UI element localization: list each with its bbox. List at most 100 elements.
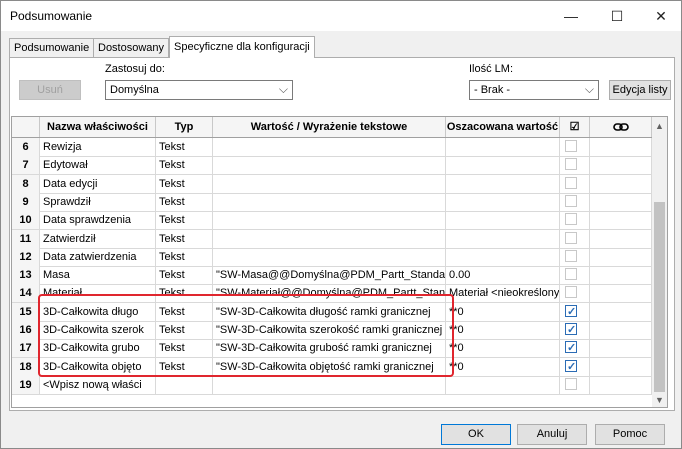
cell-type[interactable]: Tekst <box>156 174 213 193</box>
cell-value[interactable] <box>213 211 446 230</box>
tab-custom[interactable]: Dostosowany <box>93 38 170 57</box>
cell-property-name[interactable]: <Wpisz nową właści <box>40 375 156 394</box>
header-evaluated-value[interactable]: Oszacowana wartość <box>446 117 560 137</box>
table-row[interactable]: 12 Data zatwierdzenia Tekst <box>12 247 652 267</box>
cell-evaluated-value[interactable] <box>446 211 560 230</box>
cell-type[interactable]: Tekst <box>156 156 213 175</box>
cell-type[interactable]: Tekst <box>156 284 213 303</box>
link-icon[interactable] <box>590 117 652 137</box>
cell-type[interactable]: Tekst <box>156 229 213 248</box>
cell-property-name[interactable]: Masa <box>40 266 156 285</box>
cell-value[interactable]: "SW-Materiał@@Domyślna@PDM_Partt_Stan <box>213 284 446 303</box>
table-row[interactable]: 7 Edytował Tekst <box>12 156 652 176</box>
cell-type[interactable]: Tekst <box>156 247 213 266</box>
row-checkbox[interactable] <box>565 339 577 357</box>
cell-type[interactable]: Tekst <box>156 321 213 339</box>
table-row[interactable]: 8 Data edycji Tekst <box>12 174 652 194</box>
cell-evaluated-value[interactable]: Materiał <nieokreślony <box>446 284 560 303</box>
cell-property-name[interactable]: Rewizja <box>40 138 156 156</box>
edit-list-button[interactable]: Edycja listy <box>609 80 671 100</box>
minimize-icon[interactable]: — <box>549 1 593 31</box>
cell-value[interactable] <box>213 229 446 248</box>
cell-type[interactable] <box>156 375 213 394</box>
table-row[interactable]: 11 Zatwierdził Tekst <box>12 229 652 249</box>
row-checkbox[interactable] <box>565 176 577 189</box>
vertical-scrollbar[interactable]: ▲ ▼ <box>652 117 667 407</box>
apply-to-dropdown[interactable]: Domyślna ⌵ <box>105 80 293 100</box>
cell-type[interactable]: Tekst <box>156 211 213 230</box>
cell-value[interactable]: "SW-3D-Całkowita objętość ramki graniczn… <box>213 357 446 376</box>
header-value[interactable]: Wartość / Wyrażenie tekstowe <box>213 117 446 137</box>
cell-value[interactable] <box>213 375 446 394</box>
scrollbar-thumb[interactable] <box>654 202 665 392</box>
cell-type[interactable]: Tekst <box>156 339 213 358</box>
header-property-name[interactable]: Nazwa właściwości <box>40 117 156 137</box>
cell-value[interactable]: "SW-3D-Całkowita grubość ramki graniczne… <box>213 339 446 358</box>
table-row[interactable]: 16 3D-Całkowita szerok Tekst "SW-3D-Całkowi… <box>12 321 652 340</box>
cell-property-name[interactable]: Data zatwierdzenia <box>40 247 156 266</box>
cell-type[interactable]: Tekst <box>156 302 213 321</box>
table-row[interactable]: 17 3D-Całkowita grubo Tekst "SW-3D-Całkowit… <box>12 339 652 359</box>
cell-evaluated-value[interactable] <box>446 138 560 156</box>
header-type[interactable]: Typ <box>156 117 213 137</box>
cell-evaluated-value[interactable] <box>446 247 560 266</box>
cell-type[interactable]: Tekst <box>156 266 213 285</box>
cell-value[interactable]: "SW-Masa@@Domyślna@PDM_Partt_Standar <box>213 266 446 285</box>
cell-evaluated-value[interactable]: **0 <box>446 339 560 358</box>
tab-summary[interactable]: Podsumowanie <box>9 38 95 57</box>
bom-qty-dropdown[interactable]: - Brak - ⌵ <box>469 80 599 100</box>
tab-config-specific[interactable]: Specyficzne dla konfiguracji <box>169 36 315 58</box>
help-button[interactable]: Pomoc <box>595 424 665 445</box>
cell-type[interactable]: Tekst <box>156 138 213 156</box>
table-row[interactable]: 19 <Wpisz nową właści <box>12 375 652 395</box>
row-checkbox[interactable] <box>565 377 577 390</box>
cell-type[interactable]: Tekst <box>156 192 213 211</box>
cell-value[interactable]: "SW-3D-Całkowita szerokość ramki granicz… <box>213 321 446 339</box>
table-row[interactable]: 14 Materiał Tekst "SW-Materiał@@Domyślna@PD… <box>12 284 652 304</box>
cell-type[interactable]: Tekst <box>156 357 213 376</box>
cell-property-name[interactable]: 3D-Całkowita grubo <box>40 339 156 358</box>
cell-value[interactable] <box>213 174 446 193</box>
delete-button[interactable]: Usuń <box>19 80 81 100</box>
header-checkbox-icon[interactable]: ☑ <box>560 117 590 137</box>
row-checkbox[interactable] <box>565 249 577 262</box>
cell-property-name[interactable]: Sprawdził <box>40 192 156 211</box>
scroll-down-icon[interactable]: ▼ <box>652 395 667 405</box>
cell-evaluated-value[interactable]: **0 <box>446 302 560 321</box>
cell-value[interactable]: "SW-3D-Całkowita długość ramki graniczne… <box>213 302 446 321</box>
cell-value[interactable] <box>213 138 446 156</box>
cell-evaluated-value[interactable] <box>446 375 560 394</box>
cell-property-name[interactable]: Edytował <box>40 156 156 175</box>
cell-property-name[interactable]: Data sprawdzenia <box>40 211 156 230</box>
table-row[interactable]: 18 3D-Całkowita objęto Tekst "SW-3D-Całkowi… <box>12 357 652 377</box>
cell-evaluated-value[interactable] <box>446 174 560 193</box>
cell-property-name[interactable]: 3D-Całkowita długo <box>40 302 156 321</box>
row-checkbox[interactable] <box>565 321 577 339</box>
cell-value[interactable] <box>213 156 446 175</box>
row-checkbox[interactable] <box>565 140 577 152</box>
row-checkbox[interactable] <box>565 231 577 244</box>
table-row[interactable]: 15 3D-Całkowita długo Tekst "SW-3D-Całkowit… <box>12 302 652 322</box>
row-checkbox[interactable] <box>565 268 577 281</box>
row-checkbox[interactable] <box>565 194 577 207</box>
cell-property-name[interactable]: 3D-Całkowita szerok <box>40 321 156 339</box>
cell-property-name[interactable]: 3D-Całkowita objęto <box>40 357 156 376</box>
row-checkbox[interactable] <box>565 158 577 171</box>
table-row[interactable]: 10 Data sprawdzenia Tekst <box>12 211 652 231</box>
scroll-up-icon[interactable]: ▲ <box>652 121 667 131</box>
cell-property-name[interactable]: Zatwierdził <box>40 229 156 248</box>
cell-value[interactable] <box>213 247 446 266</box>
cell-evaluated-value[interactable] <box>446 229 560 248</box>
cell-evaluated-value[interactable]: **0 <box>446 357 560 376</box>
cancel-button[interactable]: Anuluj <box>517 424 587 445</box>
row-checkbox[interactable] <box>565 358 577 376</box>
cell-property-name[interactable]: Materiał <box>40 284 156 303</box>
table-row[interactable]: 6 Rewizja Tekst <box>12 138 652 157</box>
cell-evaluated-value[interactable]: **0 <box>446 321 560 339</box>
cell-evaluated-value[interactable] <box>446 192 560 211</box>
cell-value[interactable] <box>213 192 446 211</box>
row-checkbox[interactable] <box>565 213 577 226</box>
ok-button[interactable]: OK <box>441 424 511 445</box>
maximize-icon[interactable]: ☐ <box>595 1 639 31</box>
table-row[interactable]: 13 Masa Tekst "SW-Masa@@Domyślna@PDM_Partt_… <box>12 266 652 286</box>
